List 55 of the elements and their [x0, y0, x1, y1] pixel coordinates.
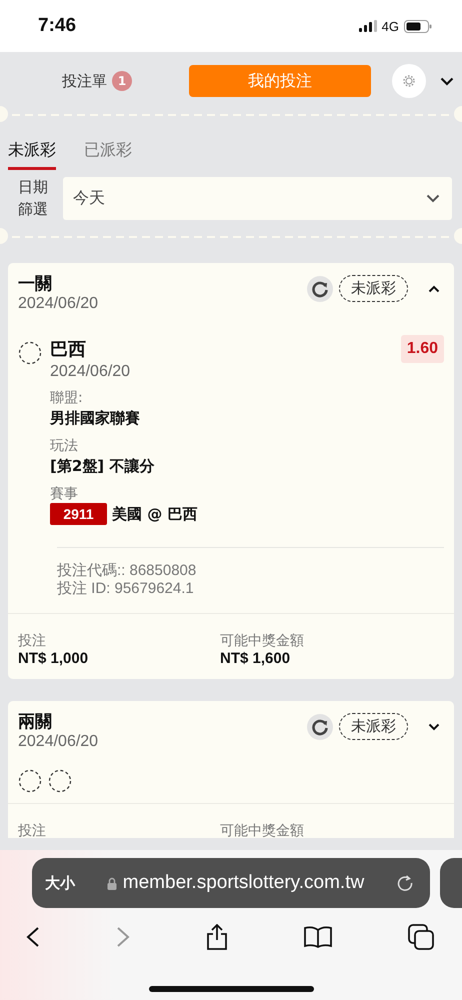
field-label: 賽事 [50, 485, 79, 503]
bet-slip-tab[interactable]: 投注單 [62, 72, 107, 90]
tab[interactable]: 未派彩 [8, 140, 56, 170]
book-icon[interactable] [304, 926, 332, 948]
status-time: 7:46 [38, 15, 76, 37]
field-value: [第2盤] 不讓分 [50, 456, 156, 477]
url-text: member.sportslottery.com.tw [122, 872, 364, 894]
battery-icon [404, 20, 432, 32]
payout-label: 可能中獎金額 [220, 632, 305, 650]
odds-badge: 1.60 [400, 335, 444, 363]
signal-icon [358, 20, 377, 32]
date-dropdown[interactable]: 今天 [63, 176, 452, 220]
pending-icon [18, 769, 42, 793]
chevron-up-icon[interactable] [428, 284, 440, 292]
chevron-down-icon[interactable] [428, 722, 440, 730]
bet-code: 投注代碼:: 86850808 [57, 562, 198, 580]
team-name: 巴西 [50, 339, 86, 361]
pending-icon [18, 341, 42, 365]
stake-amount: NT$ 1,000 [18, 650, 90, 667]
back-icon[interactable] [26, 926, 40, 948]
forward-icon[interactable] [116, 926, 130, 948]
settings-button[interactable] [392, 64, 426, 98]
bet-id: 投注 ID: 95679624.1 [57, 580, 195, 598]
refresh-icon[interactable] [307, 276, 333, 302]
field-label: 聯盟: [50, 389, 84, 407]
payout-label: 可能中獎金額 [220, 822, 305, 838]
match-code: 2911 [50, 503, 107, 525]
chevron-down-icon [426, 194, 440, 202]
share-icon[interactable] [206, 924, 228, 950]
filter-label: 日期篩選 [18, 177, 49, 220]
stake-label: 投注 [18, 632, 47, 650]
match-date: 2024/06/20 [50, 363, 132, 381]
bet-type: 一關 [18, 273, 53, 295]
settings-icon [403, 75, 416, 87]
bet-date: 2024/06/20 [18, 295, 98, 313]
tab[interactable]: 已派彩 [84, 140, 132, 170]
tabs-icon[interactable] [408, 924, 434, 950]
bet-date: 2024/06/20 [18, 733, 98, 751]
bet-type: 兩關 [18, 711, 53, 733]
lock-icon [106, 876, 117, 890]
pending-icon [48, 769, 72, 793]
network-label: 4G [382, 18, 399, 34]
status-tag: 未派彩 [339, 275, 408, 302]
field-value: 美國 @ 巴西 [112, 504, 198, 525]
stake-label: 投注 [18, 822, 47, 838]
count-badge: 1 [112, 71, 132, 91]
text-size-button[interactable]: 大小 [45, 874, 75, 892]
refresh-icon[interactable] [307, 714, 333, 740]
field-value: 男排國家聯賽 [50, 408, 141, 429]
reload-icon [396, 874, 414, 892]
address-bar[interactable]: 大小 member.sportslottery.com.tw [32, 858, 430, 908]
status-tag: 未派彩 [339, 713, 408, 740]
chevron-down-icon[interactable] [440, 76, 454, 86]
field-label: 玩法 [50, 437, 79, 455]
payout-amount: NT$ 1,600 [220, 650, 292, 667]
